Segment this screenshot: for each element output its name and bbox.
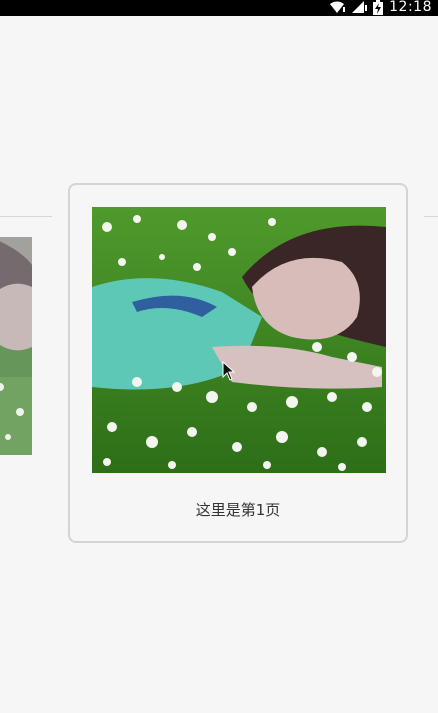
wifi-icon	[329, 0, 346, 14]
pointer-cursor	[222, 360, 236, 381]
page-card[interactable]: 这里是第1页	[68, 183, 408, 543]
view-pager[interactable]: 这里是第1页	[0, 16, 438, 713]
status-time: 12:18	[389, 0, 432, 15]
battery-charging-icon	[373, 0, 384, 15]
page-caption: 这里是第1页	[195, 501, 281, 519]
status-icons: 12:18	[329, 0, 432, 16]
previous-page-photo	[0, 237, 32, 455]
previous-page-peek[interactable]	[0, 216, 52, 497]
signal-icon	[351, 0, 368, 14]
status-bar: 12:18	[0, 0, 438, 16]
page-photo	[92, 207, 386, 473]
next-page-peek[interactable]	[424, 216, 438, 221]
